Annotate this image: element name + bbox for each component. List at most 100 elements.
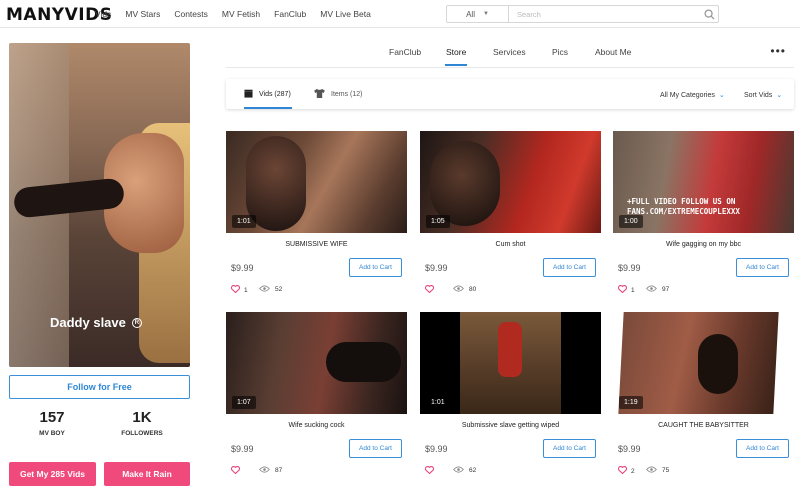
top-bar: MANYVIDS Vids MV Stars Contests MV Fetis… [0,0,800,28]
video-title[interactable]: Submissive slave getting wiped [420,422,601,429]
video-price: $9.99 [618,263,641,273]
likes: 1 [230,285,248,295]
categories-dropdown[interactable]: All My Categories ⌄ [660,91,725,99]
heart-icon[interactable] [230,466,241,476]
likes-count: 1 [244,286,248,294]
nav-mv-fetish[interactable]: MV Fetish [222,9,260,19]
subtab-vids[interactable]: Vids (287) [244,89,292,109]
video-title[interactable]: SUBMISSIVE WIFE [226,241,407,248]
video-price: $9.99 [231,263,254,273]
views-count: 80 [469,286,477,293]
sort-label: Sort Vids [744,92,773,99]
heart-icon[interactable] [230,285,241,295]
thumb-overlay-text: +FULL VIDEO FOLLOW US ON FANS.COM/EXTREM… [627,197,740,216]
duration-badge: 1:00 [619,215,643,228]
video-thumbnail[interactable]: +FULL VIDEO FOLLOW US ON FANS.COM/EXTREM… [613,131,794,233]
search-scope-select[interactable]: All ▼ [447,6,509,22]
stat-followers: 1K FOLLOWERS [107,409,177,437]
add-to-cart-button[interactable]: Add to Cart [543,258,596,277]
eye-icon [259,285,270,294]
add-to-cart-button[interactable]: Add to Cart [736,439,789,458]
follow-button[interactable]: Follow for Free [9,375,190,399]
search-bar: All ▼ Search [446,5,719,23]
video-price: $9.99 [231,444,254,454]
add-to-cart-button[interactable]: Add to Cart [543,439,596,458]
search-scope-value: All [466,9,475,19]
nav-vids[interactable]: Vids [95,9,111,19]
registered-icon: R [131,317,142,328]
video-thumbnail[interactable]: 1:19 [613,312,794,414]
video-thumbnail[interactable]: 1:07 [226,312,407,414]
views-count: 87 [275,467,283,474]
views: 62 [453,466,476,475]
video-thumbnail[interactable]: 1:05 [420,131,601,233]
views-count: 62 [469,467,477,474]
video-price: $9.99 [425,444,448,454]
tab-services[interactable]: Services [493,47,526,57]
likes [230,466,244,476]
likes: 2 [617,466,635,476]
chevron-down-icon: ▼ [482,11,489,17]
video-price: $9.99 [618,444,641,454]
nav-contests[interactable]: Contests [174,9,208,19]
chevron-down-icon: ⌄ [776,92,783,99]
video-title[interactable]: Wife sucking cock [226,422,407,429]
likes: 1 [617,285,635,295]
stat-mv-boy: 157 MV BOY [17,409,87,437]
heart-icon[interactable] [424,285,435,295]
thumb-figure [430,141,500,226]
eye-icon [453,285,464,294]
subtab-items[interactable]: Items (12) [314,89,363,100]
video-thumbnail[interactable]: 1:01 [420,312,601,414]
main-nav: Vids MV Stars Contests MV Fetish FanClub… [95,9,385,19]
video-thumbnail[interactable]: 1:01 [226,131,407,233]
tab-store[interactable]: Store [444,47,468,66]
views: 87 [259,466,282,475]
search-icon[interactable] [700,6,718,22]
sort-dropdown[interactable]: Sort Vids ⌄ [744,91,782,99]
heart-icon[interactable] [424,466,435,476]
video-title[interactable]: Cum shot [420,241,601,248]
tab-fanclub[interactable]: FanClub [389,47,421,57]
add-to-cart-button[interactable]: Add to Cart [349,258,402,277]
eye-icon [646,285,657,294]
views: 75 [646,466,669,475]
store-subbar: Vids (287) Items (12) All My Categories ⌄… [226,79,794,109]
profile-photo: Daddy slave R [9,43,190,367]
tab-about-me[interactable]: About Me [595,47,631,57]
views-count: 97 [662,286,670,293]
views: 52 [259,285,282,294]
nav-fanclub[interactable]: FanClub [274,9,306,19]
make-it-rain-button[interactable]: Make It Rain [104,462,190,486]
tab-pics[interactable]: Pics [552,47,568,57]
nav-mv-stars[interactable]: MV Stars [125,9,160,19]
profile-name: Daddy slave R [50,315,142,330]
duration-badge: 1:01 [426,396,450,409]
get-vids-button[interactable]: Get My 285 Vids [9,462,96,486]
subtab-items-label: Items (12) [331,91,363,98]
heart-icon[interactable] [617,466,628,476]
stat-label: FOLLOWERS [121,430,163,437]
video-title[interactable]: CAUGHT THE BABYSITTER [613,422,794,429]
stat-label: MV BOY [39,430,65,437]
add-to-cart-button[interactable]: Add to Cart [736,258,789,277]
thumb-figure [326,342,401,382]
more-options-icon[interactable]: ••• [770,44,786,58]
views: 97 [646,285,669,294]
duration-badge: 1:07 [232,396,256,409]
views-count: 52 [275,286,283,293]
profile-tabs: FanClub Store Services Pics About Me ••• [226,40,794,68]
search-input[interactable]: Search [509,6,700,22]
likes-count: 2 [631,467,635,475]
nav-mv-live[interactable]: MV Live Beta [320,9,371,19]
likes [424,466,438,476]
likes-count: 1 [631,286,635,294]
video-title[interactable]: Wife gagging on my bbc [613,241,794,248]
add-to-cart-button[interactable]: Add to Cart [349,439,402,458]
heart-icon[interactable] [617,285,628,295]
duration-badge: 1:01 [232,215,256,228]
stat-value: 1K [132,409,152,426]
eye-icon [259,466,270,475]
duration-badge: 1:19 [619,396,643,409]
thumb-figure [698,334,738,394]
